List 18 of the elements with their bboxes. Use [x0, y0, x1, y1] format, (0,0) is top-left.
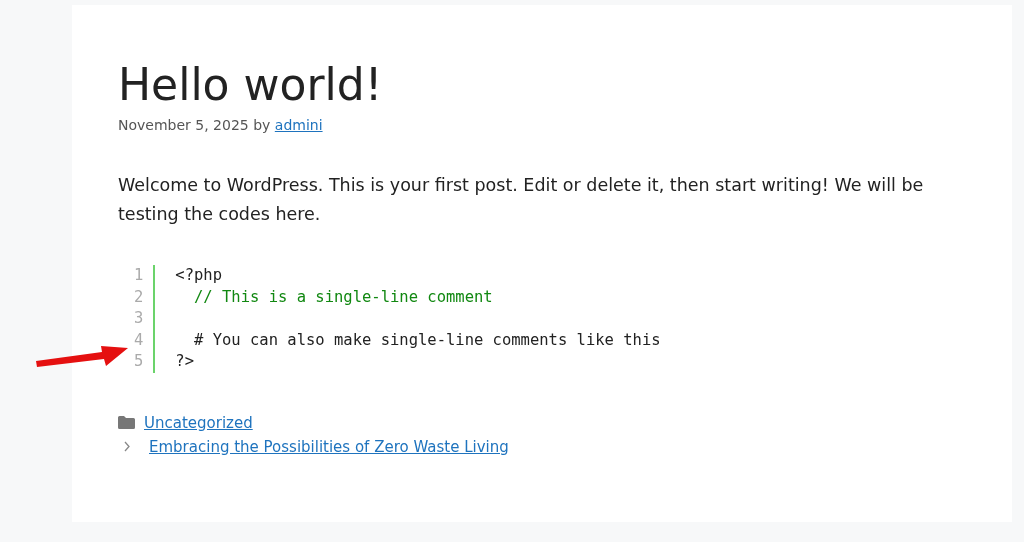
author-link[interactable]: admini	[274, 117, 323, 133]
code-line: ?>	[175, 351, 195, 372]
line-number: 2	[134, 286, 144, 308]
category-link[interactable]: Uncategorized	[144, 410, 253, 435]
chevron-right-icon	[123, 441, 131, 452]
folder-icon	[118, 416, 135, 429]
code-line: <?php	[175, 265, 223, 286]
post-body: Welcome to WordPress. This is your first post. Edit or delete it, then start writing! We will be testing the codes here.	[118, 174, 925, 226]
line-number: 3	[134, 308, 144, 329]
code-line: # You can also make single-line comments like this	[193, 329, 661, 351]
byline-label: by	[253, 117, 271, 133]
next-post-link[interactable]: Embracing the Possibilities of Zero Waste Living	[149, 434, 509, 459]
line-number: 1	[134, 265, 144, 286]
post-date: November 5, 2025	[118, 117, 249, 133]
line-number: 5	[134, 351, 144, 372]
post-title: Hello world!	[118, 58, 383, 112]
line-number: 4	[134, 329, 144, 351]
code-comment: // This is a single-line comment	[193, 286, 494, 308]
